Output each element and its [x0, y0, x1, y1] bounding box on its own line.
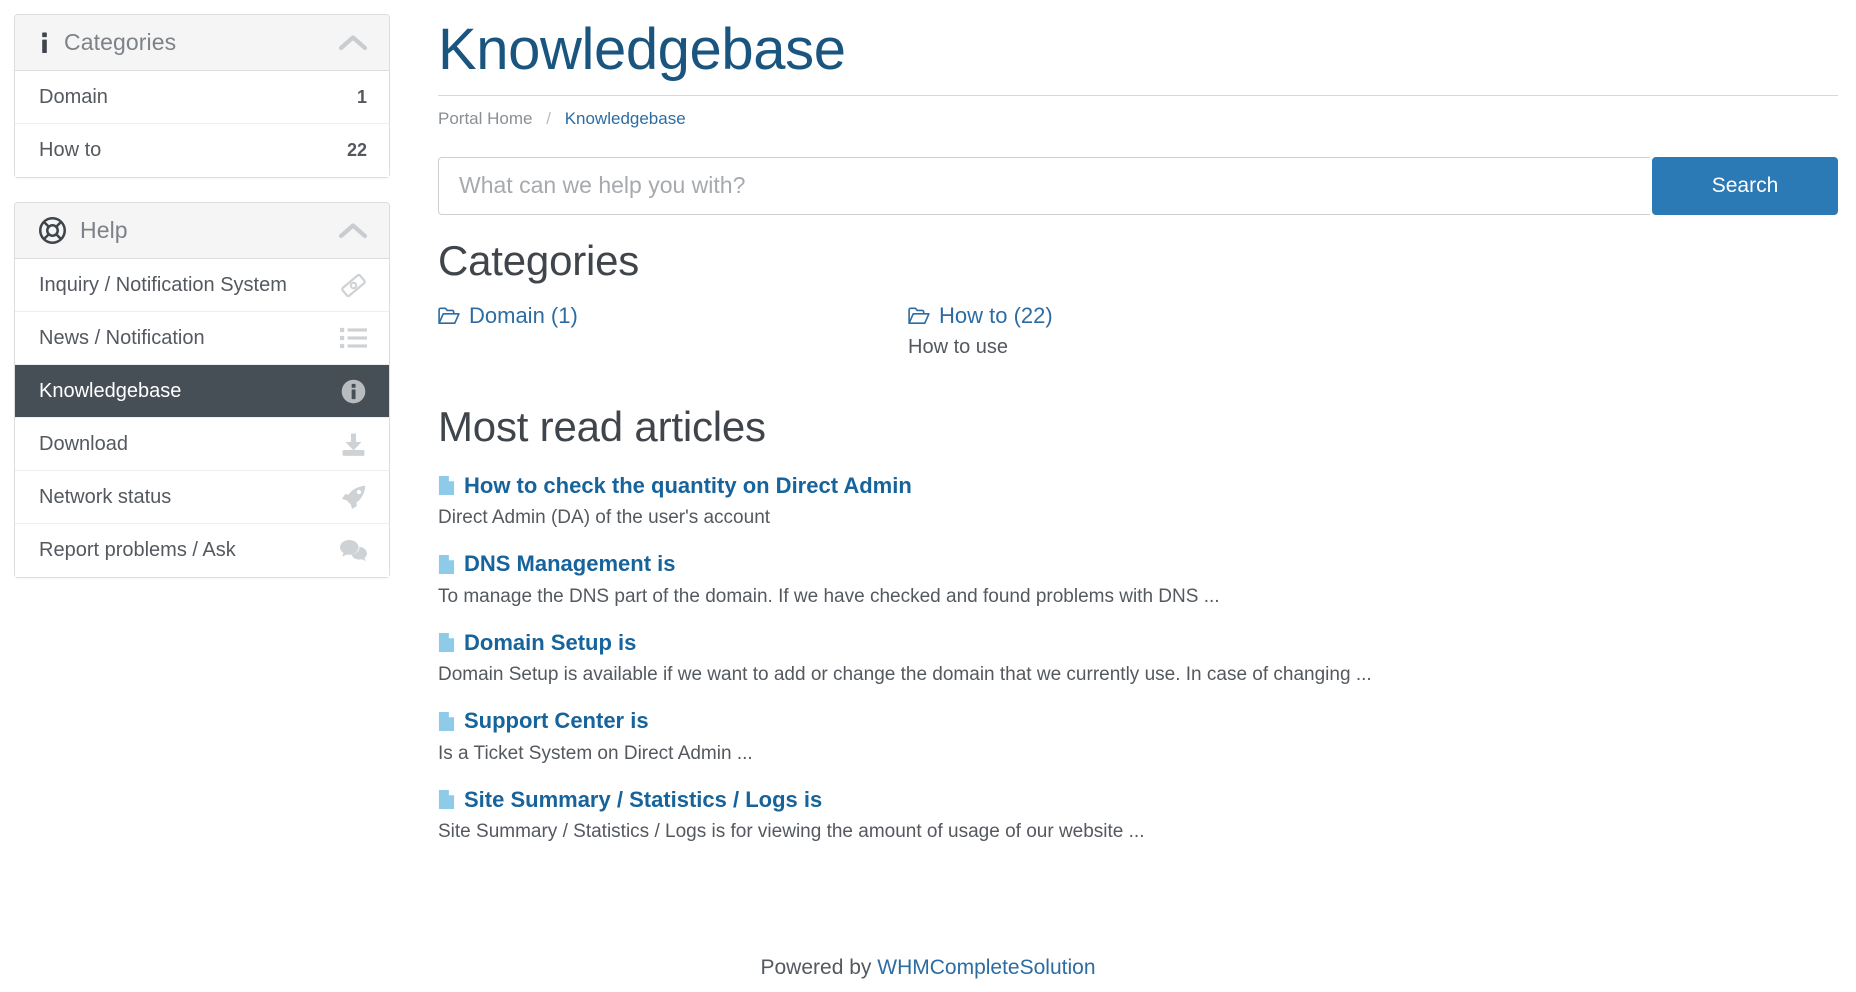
article-item: Domain Setup is Domain Setup is availabl…	[438, 630, 1838, 687]
footer: Powered by WHMCompleteSolution	[0, 956, 1856, 980]
article-description: Domain Setup is available if we want to …	[438, 664, 1372, 686]
category-description: How to use	[908, 335, 1009, 358]
categories-panel-title: Categories	[64, 29, 177, 55]
article-title-text: Support Center is	[464, 708, 649, 734]
chevron-up-icon[interactable]	[339, 34, 367, 51]
article-description: Is a Ticket System on Direct Admin ...	[438, 742, 753, 764]
article-link[interactable]: Site Summary / Statistics / Logs is	[438, 787, 822, 813]
help-panel: Help Inquiry / Notification System News …	[14, 202, 390, 578]
category-cell: Domain (1)	[438, 303, 908, 359]
categories-grid: Domain (1) How to (22) How to use	[438, 303, 1838, 359]
article-list: How to check the quantity on Direct Admi…	[438, 473, 1838, 844]
footer-link-whmcs[interactable]: WHMCompleteSolution	[877, 956, 1095, 979]
article-link[interactable]: How to check the quantity on Direct Admi…	[438, 473, 912, 499]
info-circle-icon	[340, 378, 367, 405]
articles-heading: Most read articles	[438, 402, 766, 450]
sidebar-item-report-problems-ask[interactable]: Report problems / Ask	[15, 524, 389, 577]
article-description: Direct Admin (DA) of the user's account	[438, 507, 771, 529]
main-content: Knowledgebase Portal Home / Knowledgebas…	[438, 14, 1838, 992]
categories-panel: Categories Domain 1 How to 22	[14, 14, 390, 178]
article-link[interactable]: DNS Management is	[438, 551, 676, 577]
sidebar-item-download[interactable]: Download	[15, 418, 389, 471]
comments-icon	[340, 539, 367, 563]
download-inbox-icon	[340, 431, 367, 458]
category-link-domain[interactable]: Domain (1)	[438, 303, 578, 329]
sidebar-item-label: Download	[39, 432, 128, 455]
file-icon	[438, 789, 455, 810]
knowledgebase-page: Categories Domain 1 How to 22 Help Inqui…	[0, 0, 1856, 992]
search-button[interactable]: Search	[1652, 156, 1838, 215]
sidebar-item-label: News / Notification	[39, 326, 205, 349]
article-item: DNS Management is To manage the DNS part…	[438, 551, 1838, 608]
sidebar-item-network-status[interactable]: Network status	[15, 471, 389, 524]
search-input[interactable]	[438, 156, 1650, 215]
sidebar-item-label: Network status	[39, 485, 172, 508]
categories-heading: Categories	[438, 236, 640, 284]
file-icon	[438, 475, 455, 496]
article-title-text: How to check the quantity on Direct Admi…	[464, 472, 912, 498]
article-item: How to check the quantity on Direct Admi…	[438, 473, 1838, 530]
file-icon	[438, 554, 455, 575]
category-link-how-to[interactable]: How to (22)	[908, 303, 1053, 329]
open-folder-icon	[438, 307, 460, 325]
chevron-up-icon[interactable]	[339, 222, 367, 239]
category-label: Domain	[39, 85, 108, 108]
sidebar-item-label: Report problems / Ask	[39, 539, 236, 561]
life-ring-icon	[39, 217, 66, 244]
help-panel-title: Help	[80, 217, 128, 243]
sidebar-item-inquiry-notification-system[interactable]: Inquiry / Notification System	[15, 259, 389, 312]
list-icon	[340, 326, 367, 350]
categories-panel-header[interactable]: Categories	[15, 15, 389, 71]
category-link-label: How to (22)	[939, 302, 1053, 328]
rocket-icon	[340, 484, 367, 511]
article-description: Site Summary / Statistics / Logs is for …	[438, 821, 1145, 843]
sidebar: Categories Domain 1 How to 22 Help Inqui…	[14, 14, 438, 992]
category-cell: How to (22) How to use	[908, 303, 1378, 359]
article-description: To manage the DNS part of the domain. If…	[438, 585, 1220, 607]
sidebar-item-label: Knowledgebase	[39, 379, 182, 402]
category-count: 1	[356, 86, 367, 107]
article-link[interactable]: Support Center is	[438, 708, 649, 734]
open-folder-icon	[908, 307, 930, 325]
article-item: Site Summary / Statistics / Logs is Site…	[438, 787, 1838, 844]
breadcrumb-portal-home[interactable]: Portal Home	[438, 109, 532, 128]
help-list: Inquiry / Notification System News / Not…	[15, 259, 389, 577]
breadcrumb: Portal Home / Knowledgebase	[438, 94, 1838, 129]
info-icon	[39, 32, 50, 54]
breadcrumb-separator: /	[546, 108, 551, 128]
category-label: How to	[39, 139, 102, 161]
article-link[interactable]: Domain Setup is	[438, 630, 636, 656]
sidebar-item-news-notification[interactable]: News / Notification	[15, 312, 389, 365]
categories-list: Domain 1 How to 22	[15, 71, 389, 177]
sidebar-item-label: Inquiry / Notification System	[39, 273, 287, 296]
article-title-text: DNS Management is	[464, 551, 676, 577]
category-count: 22	[346, 140, 367, 160]
search-bar: Search	[438, 156, 1838, 215]
breadcrumb-knowledgebase[interactable]: Knowledgebase	[565, 109, 686, 128]
article-title-text: Domain Setup is	[464, 629, 637, 655]
file-icon	[438, 632, 455, 653]
ticket-icon	[340, 272, 367, 299]
sidebar-item-knowledgebase[interactable]: Knowledgebase	[15, 365, 389, 418]
page-title: Knowledgebase	[438, 17, 846, 82]
category-link-label: Domain (1)	[469, 302, 578, 328]
article-title-text: Site Summary / Statistics / Logs is	[464, 786, 823, 812]
article-item: Support Center is Is a Ticket System on …	[438, 708, 1838, 765]
category-item-domain[interactable]: Domain 1	[15, 71, 389, 124]
file-icon	[438, 711, 455, 732]
category-item-how-to[interactable]: How to 22	[15, 124, 389, 177]
help-panel-header[interactable]: Help	[15, 203, 389, 259]
footer-text: Powered by	[760, 956, 872, 979]
